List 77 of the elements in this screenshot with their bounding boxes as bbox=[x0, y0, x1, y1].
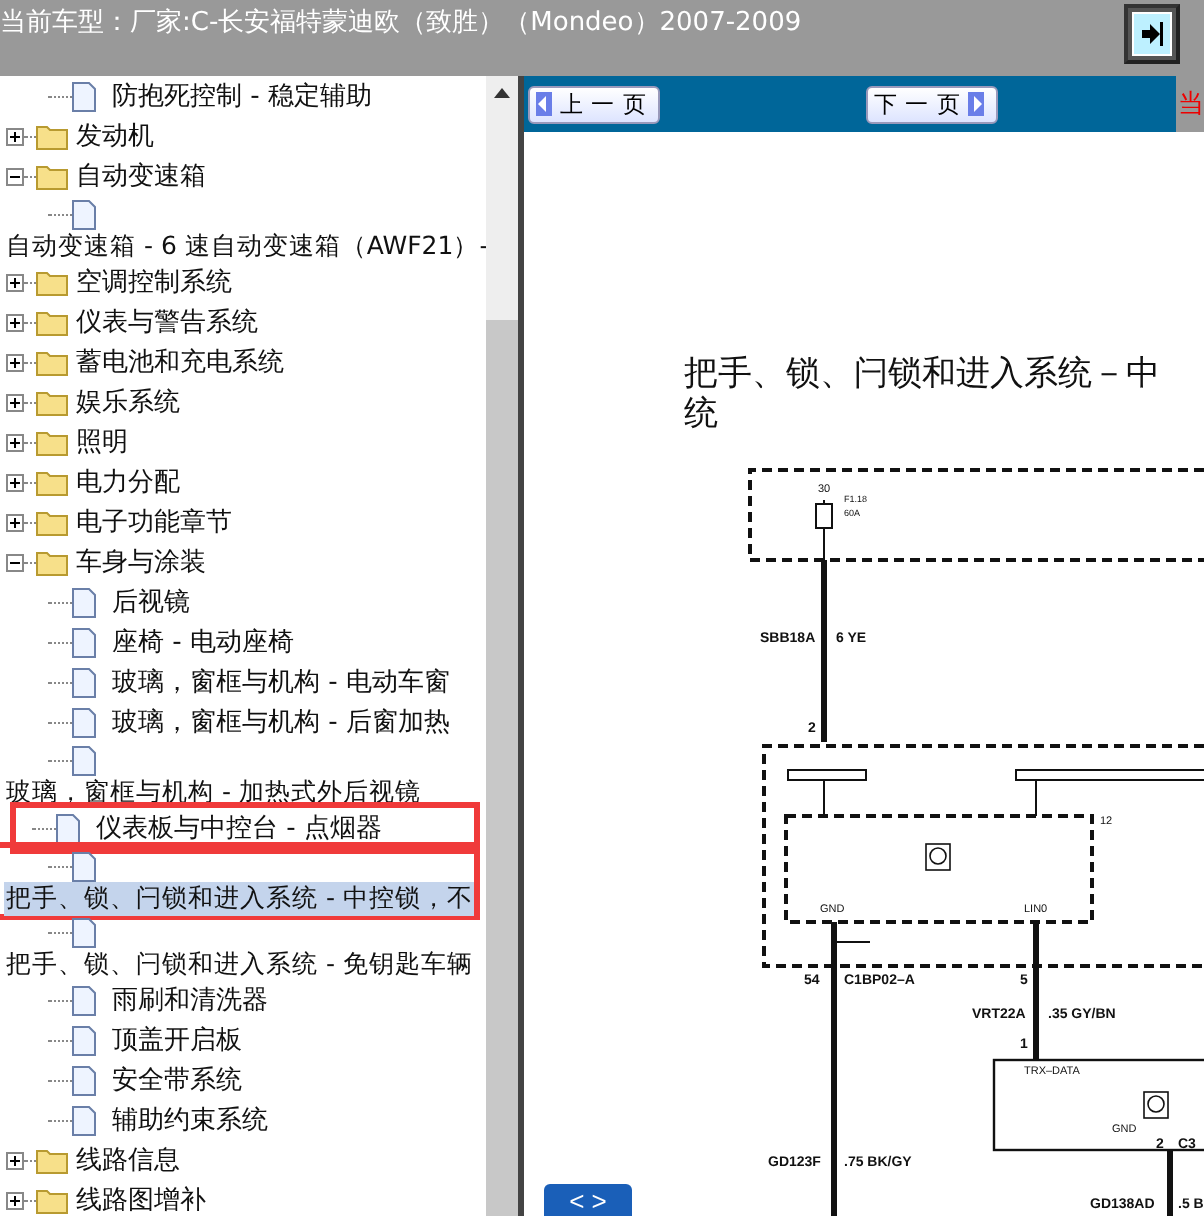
tree-folder[interactable]: 仪表与警告系统 bbox=[0, 302, 486, 342]
tree-folder[interactable]: 蓄电池和充电系统 bbox=[0, 342, 486, 382]
left-arrow-icon bbox=[536, 92, 552, 116]
folder-icon bbox=[36, 122, 68, 150]
tree-document[interactable]: 顶盖开启板 bbox=[24, 1020, 246, 1060]
expand-icon[interactable] bbox=[6, 273, 24, 291]
tree-document[interactable]: 座椅 - 电动座椅 bbox=[24, 622, 298, 662]
tree-document[interactable]: 玻璃，窗框与机构 - 电动车窗 bbox=[24, 662, 454, 702]
document-icon bbox=[72, 917, 96, 947]
tree-document[interactable]: 后视镜 bbox=[24, 582, 194, 622]
page-title: 把手、锁、闩锁和进入系统－中 bbox=[684, 354, 1160, 394]
document-icon bbox=[72, 745, 96, 775]
tree-document[interactable]: 防抱死控制 - 稳定辅助 bbox=[24, 76, 376, 116]
folder-icon bbox=[36, 162, 68, 190]
tree-folder[interactable]: 照明 bbox=[0, 422, 486, 462]
folder-icon bbox=[36, 428, 68, 456]
tree-folder[interactable]: 线路图增补 bbox=[0, 1180, 486, 1216]
folder-icon bbox=[36, 1186, 68, 1214]
arrow-to-bar-icon bbox=[1140, 20, 1164, 48]
expand-icon[interactable] bbox=[6, 433, 24, 451]
document-icon bbox=[72, 667, 96, 697]
tree-folder[interactable]: 线路信息 bbox=[0, 1140, 486, 1180]
collapse-icon[interactable] bbox=[6, 167, 24, 185]
toggle-button[interactable]: < > bbox=[544, 1184, 632, 1216]
document-icon bbox=[72, 587, 96, 617]
document-icon bbox=[56, 813, 80, 843]
tree-document[interactable]: 仪表板与中控台 - 点烟器 bbox=[24, 808, 386, 848]
document-icon bbox=[72, 851, 96, 881]
tree-folder[interactable]: 车身与涂装 bbox=[0, 542, 486, 582]
next-page-button[interactable]: 下 一 页 bbox=[866, 85, 998, 123]
tree-document[interactable]: 雨刷和清洗器 bbox=[24, 980, 272, 1020]
folder-icon bbox=[36, 468, 68, 496]
expand-icon[interactable] bbox=[6, 1191, 24, 1209]
expand-icon[interactable] bbox=[6, 513, 24, 531]
expand-icon[interactable] bbox=[6, 473, 24, 491]
expand-icon[interactable] bbox=[6, 393, 24, 411]
right-arrow-icon bbox=[968, 92, 985, 116]
document-icon bbox=[72, 81, 96, 111]
document-icon bbox=[72, 707, 96, 737]
document-icon bbox=[72, 985, 96, 1015]
tree-item-label[interactable]: 把手、锁、闩锁和进入系统 - 免钥匙车辆 bbox=[4, 948, 475, 982]
document-icon bbox=[72, 627, 96, 657]
expand-icon[interactable] bbox=[6, 127, 24, 145]
tree-folder[interactable]: 发动机 bbox=[0, 116, 486, 156]
document-icon bbox=[72, 1065, 96, 1095]
folder-icon bbox=[36, 508, 68, 536]
document-icon bbox=[72, 1105, 96, 1135]
folder-icon bbox=[36, 308, 68, 336]
folder-icon bbox=[36, 548, 68, 576]
folder-icon bbox=[36, 268, 68, 296]
expand-icon[interactable] bbox=[6, 353, 24, 371]
toggle-panel-button[interactable] bbox=[1124, 4, 1180, 64]
document-icon bbox=[72, 199, 96, 229]
scroll-up-icon[interactable] bbox=[494, 87, 510, 97]
folder-icon bbox=[36, 348, 68, 376]
tree-folder[interactable]: 自动变速箱 bbox=[0, 156, 486, 196]
tree-item-label[interactable]: 把手、锁、闩锁和进入系统 - 中控锁，不 bbox=[4, 882, 475, 916]
expand-icon[interactable] bbox=[6, 1151, 24, 1169]
page-title: 统 bbox=[684, 394, 720, 434]
scrollbar[interactable] bbox=[486, 76, 518, 1216]
side-label: 当 bbox=[1176, 88, 1204, 124]
vehicle-model: 厂家:C-长安福特蒙迪欧（致胜）（Mondeo）2007-2009 bbox=[130, 6, 802, 40]
document-icon bbox=[72, 1025, 96, 1055]
collapse-icon[interactable] bbox=[6, 553, 24, 571]
tree-folder[interactable]: 娱乐系统 bbox=[0, 382, 486, 422]
tree-folder[interactable]: 电子功能章节 bbox=[0, 502, 486, 542]
tree-document[interactable]: 安全带系统 bbox=[24, 1060, 246, 1100]
header-label: 当前车型： bbox=[0, 6, 130, 40]
scroll-thumb[interactable] bbox=[486, 320, 518, 1216]
tree-document[interactable]: 辅助约束系统 bbox=[24, 1100, 272, 1140]
tree-folder[interactable]: 电力分配 bbox=[0, 462, 486, 502]
folder-icon bbox=[36, 1146, 68, 1174]
expand-icon[interactable] bbox=[6, 313, 24, 331]
folder-icon bbox=[36, 388, 68, 416]
tree-folder[interactable]: 空调控制系统 bbox=[0, 262, 486, 302]
previous-page-button[interactable]: 上 一 页 bbox=[528, 85, 660, 123]
tree-document[interactable]: 玻璃，窗框与机构 - 后窗加热 bbox=[24, 702, 454, 742]
